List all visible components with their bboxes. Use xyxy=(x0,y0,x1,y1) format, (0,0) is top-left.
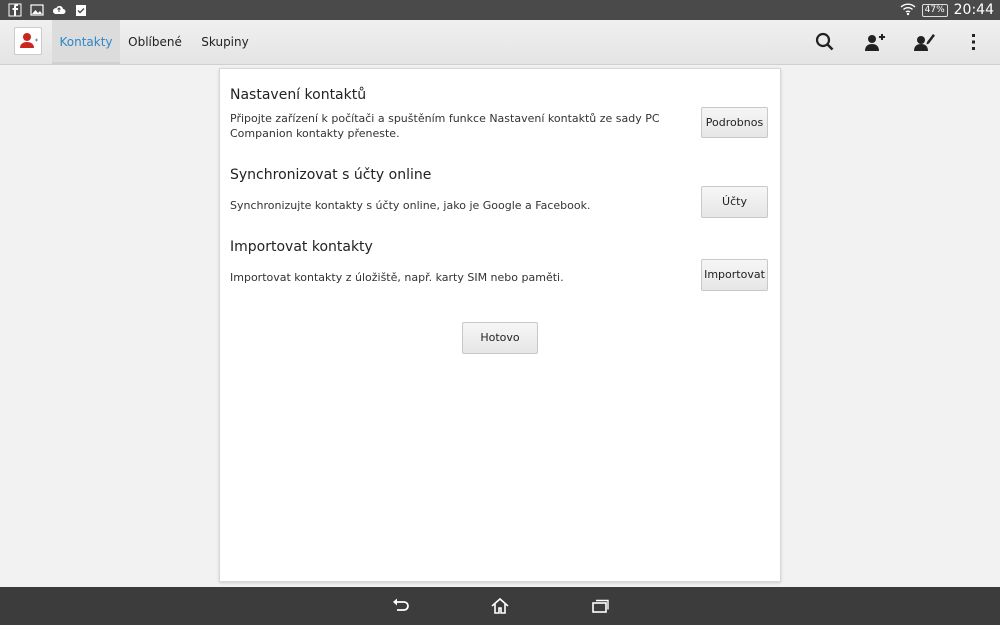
recent-apps-icon[interactable] xyxy=(590,596,610,616)
contacts-setup-panel: Nastavení kontaktů Připojte zařízení k p… xyxy=(219,68,781,582)
section-title-import-contacts: Importovat kontakty xyxy=(230,239,373,255)
tab-oblibene[interactable]: Oblíbené xyxy=(122,20,188,64)
wifi-icon xyxy=(900,1,916,20)
home-icon[interactable] xyxy=(490,596,510,616)
add-contact-icon[interactable] xyxy=(863,30,887,54)
task-check-icon xyxy=(74,2,88,16)
section-title-contact-settings: Nastavení kontaktů xyxy=(230,87,367,103)
facebook-icon xyxy=(8,2,22,17)
action-bar: Kontakty Oblíbené Skupiny xyxy=(0,20,1000,65)
navigation-bar xyxy=(0,587,1000,625)
accounts-button[interactable]: Účty xyxy=(701,186,768,218)
section-description-contact-settings: Připojte zařízení k počítači a spuštěním… xyxy=(230,112,660,140)
search-icon[interactable] xyxy=(813,30,837,54)
section-title-sync-online: Synchronizovat s účty online xyxy=(230,167,432,183)
tab-kontakty[interactable]: Kontakty xyxy=(52,20,120,64)
done-button[interactable]: Hotovo xyxy=(462,322,538,354)
details-button[interactable]: Podrobnos xyxy=(701,107,768,138)
notification-icons xyxy=(8,2,88,17)
overflow-menu-icon[interactable] xyxy=(963,30,983,54)
cloud-upload-icon xyxy=(52,2,66,16)
gallery-icon xyxy=(30,2,44,16)
edit-contact-icon[interactable] xyxy=(913,30,937,54)
section-description-import-contacts: Importovat kontakty z úložiště, např. ka… xyxy=(230,271,564,284)
back-icon[interactable] xyxy=(390,596,410,616)
import-button[interactable]: Importovat xyxy=(701,259,768,291)
contacts-app-icon[interactable] xyxy=(14,27,42,55)
clock: 20:44 xyxy=(953,2,994,18)
status-bar: 47% 20:44 xyxy=(0,0,1000,20)
section-description-sync-online: Synchronizujte kontakty s účty online, j… xyxy=(230,199,591,212)
tab-skupiny[interactable]: Skupiny xyxy=(192,20,258,64)
battery-indicator: 47% xyxy=(921,3,948,17)
